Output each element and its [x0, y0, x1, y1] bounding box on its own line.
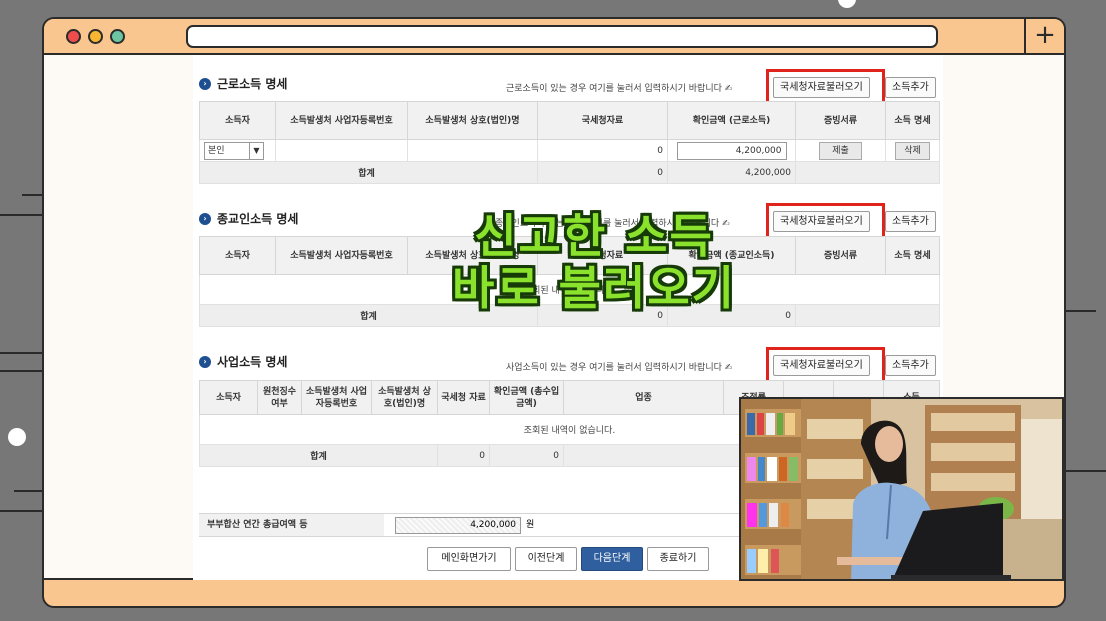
- table-row: 본인 ▼ 0 4,200,000 제출 삭제: [199, 139, 940, 162]
- table-header: 소득자: [199, 236, 276, 275]
- browser-window: + › 근로소득 명세 근로소득이 있는 경우 여기를 눌러서 입력하시기 바랍…: [42, 17, 1066, 608]
- table-header: 소득자: [199, 101, 276, 140]
- sum-empty: [795, 304, 940, 327]
- overlay-caption-line2: 바로 불러오기: [452, 261, 736, 315]
- address-bar[interactable]: [186, 25, 938, 48]
- decor-dot: [8, 428, 26, 446]
- table-header: 소득발생처 사업자등록번호: [275, 101, 408, 140]
- browser-content: › 근로소득 명세 근로소득이 있는 경우 여기를 눌러서 입력하시기 바랍니다…: [44, 55, 1064, 581]
- table-header: 증빙서류: [795, 236, 886, 275]
- presenter-video-image: [741, 399, 1062, 579]
- section-bullet-icon: ›: [199, 212, 211, 225]
- evidence-cell: 제출: [795, 139, 886, 162]
- decor-line: [0, 510, 42, 512]
- table-header: 확인금액 (총수입금액): [489, 380, 564, 415]
- decor-line: [0, 370, 42, 372]
- table-header: 소득발생처 사업자등록번호: [275, 236, 408, 275]
- browser-titlebar: +: [44, 19, 1064, 55]
- table-header: 확인금액 (근로소득): [667, 101, 796, 140]
- nts-data-cell: 0: [537, 139, 668, 162]
- earned-income-hint: 근로소득이 있는 경우 여기를 눌러서 입력하시기 바랍니다 ✍: [506, 84, 733, 94]
- business-income-section-title: › 사업소득 명세: [199, 353, 287, 370]
- earned-income-section-title: › 근로소득 명세: [199, 75, 287, 92]
- chevron-down-icon: ▼: [249, 142, 263, 159]
- earned-income-table: 소득자 소득발생처 사업자등록번호 소득발생처 상호(법인)명 국세청자료 확인…: [199, 101, 940, 184]
- section-title-text: 사업소득 명세: [217, 355, 288, 369]
- decor-line: [1066, 470, 1106, 472]
- earner-cell: 본인 ▼: [199, 139, 276, 162]
- table-header: 소득자: [199, 380, 258, 415]
- sum-label: 합계: [199, 444, 438, 467]
- business-add-income-button[interactable]: 소득추가: [885, 355, 936, 376]
- decor-line: [0, 352, 42, 354]
- overlay-caption: 신고한 소득 바로 불러오기: [404, 210, 784, 314]
- table-header: 소득 명세: [885, 101, 940, 140]
- combined-total-unit: 원: [526, 520, 535, 530]
- table-header: 소득 명세: [885, 236, 940, 275]
- table-header: 국세청 자료: [437, 380, 490, 415]
- section-bullet-icon: ›: [199, 77, 211, 90]
- sum-amount: 4,200,000: [667, 161, 796, 184]
- combined-total-label: 부부합산 연간 총급여액 등: [199, 514, 384, 536]
- section-title-text: 종교인소득 명세: [217, 212, 299, 226]
- submit-evidence-button[interactable]: 제출: [819, 141, 862, 160]
- detail-cell: 삭제: [885, 139, 940, 162]
- decor-dot: [838, 0, 856, 8]
- biz-number-cell: [275, 139, 408, 162]
- religious-add-income-button[interactable]: 소득추가: [885, 211, 936, 232]
- sum-row: 합계 0 4,200,000: [199, 161, 940, 184]
- table-header: 소득발생처 사업자등록번호: [301, 380, 372, 415]
- earner-select-value: 본인: [208, 145, 225, 156]
- maximize-window-icon[interactable]: [110, 29, 125, 44]
- earner-select[interactable]: 본인 ▼: [204, 141, 264, 160]
- new-tab-button[interactable]: +: [1024, 19, 1064, 53]
- decor-line: [14, 490, 42, 492]
- company-name-cell: [407, 139, 538, 162]
- table-header: 국세청자료: [537, 101, 668, 140]
- close-window-icon[interactable]: [66, 29, 81, 44]
- religious-income-section-title: › 종교인소득 명세: [199, 210, 298, 227]
- business-income-hint: 사업소득이 있는 경우 여기를 눌러서 입력하시기 바랍니다 ✍: [506, 363, 733, 373]
- overlay-caption-line1: 신고한 소득: [474, 209, 714, 263]
- sum-nts: 0: [437, 444, 490, 467]
- sum-amount: 0: [489, 444, 564, 467]
- delete-row-button[interactable]: 삭제: [895, 141, 930, 160]
- exit-button[interactable]: 종료하기: [647, 547, 709, 571]
- table-header: 소득발생처 상호(법인)명: [407, 101, 538, 140]
- main-screen-button[interactable]: 메인화면가기: [427, 547, 511, 571]
- earned-add-income-button[interactable]: 소득추가: [885, 77, 936, 98]
- presenter-video: [739, 397, 1064, 581]
- amount-cell: 4,200,000: [667, 139, 796, 162]
- decor-line: [22, 194, 42, 196]
- decor-line: [0, 214, 42, 216]
- minimize-window-icon[interactable]: [88, 29, 103, 44]
- sum-label: 합계: [199, 161, 538, 184]
- combined-total-value: 4,200,000: [395, 517, 521, 534]
- table-header: 증빙서류: [795, 101, 886, 140]
- previous-step-button[interactable]: 이전단계: [515, 547, 577, 571]
- sum-empty: [795, 161, 940, 184]
- amount-input[interactable]: 4,200,000: [676, 141, 787, 160]
- decor-line: [1066, 310, 1096, 312]
- table-header: 소득발생처 상호(법인)명: [371, 380, 438, 415]
- table-header: 업종: [563, 380, 724, 415]
- section-bullet-icon: ›: [199, 355, 211, 368]
- section-title-text: 근로소득 명세: [217, 77, 288, 91]
- sum-nts: 0: [537, 161, 668, 184]
- table-header: 원천징수 여부: [257, 380, 302, 415]
- next-step-button[interactable]: 다음단계: [581, 547, 643, 571]
